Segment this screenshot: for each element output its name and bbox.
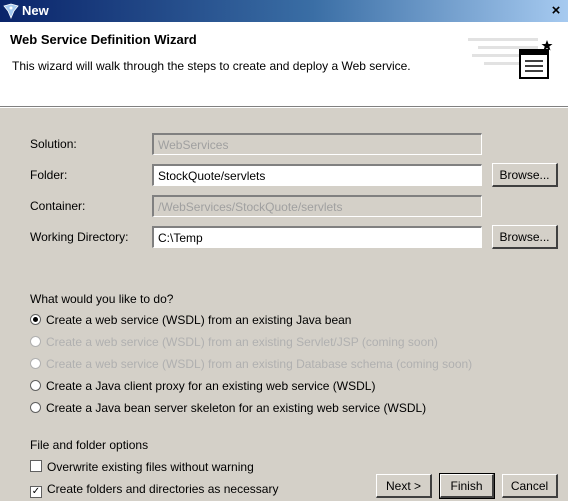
options-question: What would you like to do? <box>30 292 174 306</box>
finish-button[interactable]: Finish <box>439 473 495 499</box>
radio-button <box>30 336 41 347</box>
folder-label: Folder: <box>30 168 68 182</box>
banner-title: Web Service Definition Wizard <box>10 32 197 47</box>
new-wizard-icon <box>3 3 19 20</box>
option-servlet-jsp: Create a web service (WSDL) from an exis… <box>30 335 438 351</box>
overwrite-checkbox[interactable] <box>30 460 42 472</box>
radio-button[interactable] <box>30 402 41 413</box>
create-folders-checkbox[interactable]: ✓ <box>30 486 42 498</box>
solution-label: Solution: <box>30 137 77 151</box>
banner-description: This wizard will walk through the steps … <box>12 59 411 73</box>
option-java-bean[interactable]: Create a web service (WSDL) from an exis… <box>30 313 351 329</box>
container-field <box>152 195 482 217</box>
working-directory-browse-button[interactable]: Browse... <box>492 225 558 249</box>
overwrite-label: Overwrite existing files without warning <box>47 460 254 474</box>
window-title: New <box>22 3 49 18</box>
create-folders-option[interactable]: ✓ Create folders and directories as neces… <box>30 482 278 498</box>
create-folders-label: Create folders and directories as necess… <box>47 482 279 496</box>
working-directory-label: Working Directory: <box>30 230 129 244</box>
wizard-window-icon <box>519 40 553 79</box>
option-java-bean-skeleton[interactable]: Create a Java bean server skeleton for a… <box>30 401 426 417</box>
radio-button-selected[interactable] <box>30 314 41 325</box>
close-icon[interactable]: × <box>548 3 564 19</box>
wizard-window: New × Web Service Definition Wizard This… <box>0 0 568 501</box>
option-label: Create a web service (WSDL) from an exis… <box>46 357 473 371</box>
title-bar[interactable]: New × <box>0 0 568 22</box>
container-label: Container: <box>30 199 86 213</box>
solution-field <box>152 133 482 155</box>
option-database-schema: Create a web service (WSDL) from an exis… <box>30 357 472 373</box>
radio-button <box>30 358 41 369</box>
option-label: Create a web service (WSDL) from an exis… <box>46 335 438 349</box>
banner-separator <box>0 106 568 108</box>
folder-browse-button[interactable]: Browse... <box>492 163 558 187</box>
overwrite-files-option[interactable]: Overwrite existing files without warning <box>30 460 254 476</box>
radio-button[interactable] <box>30 380 41 391</box>
next-button[interactable]: Next > <box>376 474 432 498</box>
option-java-client-proxy[interactable]: Create a Java client proxy for an existi… <box>30 379 375 395</box>
option-label: Create a web service (WSDL) from an exis… <box>46 313 352 327</box>
option-label: Create a Java client proxy for an existi… <box>46 379 376 393</box>
option-label: Create a Java bean server skeleton for a… <box>46 401 427 415</box>
working-directory-field[interactable] <box>152 226 482 248</box>
cancel-button[interactable]: Cancel <box>502 474 558 498</box>
wizard-banner: Web Service Definition Wizard This wizar… <box>0 22 568 106</box>
folder-field[interactable] <box>152 164 482 186</box>
file-options-heading: File and folder options <box>30 438 149 452</box>
